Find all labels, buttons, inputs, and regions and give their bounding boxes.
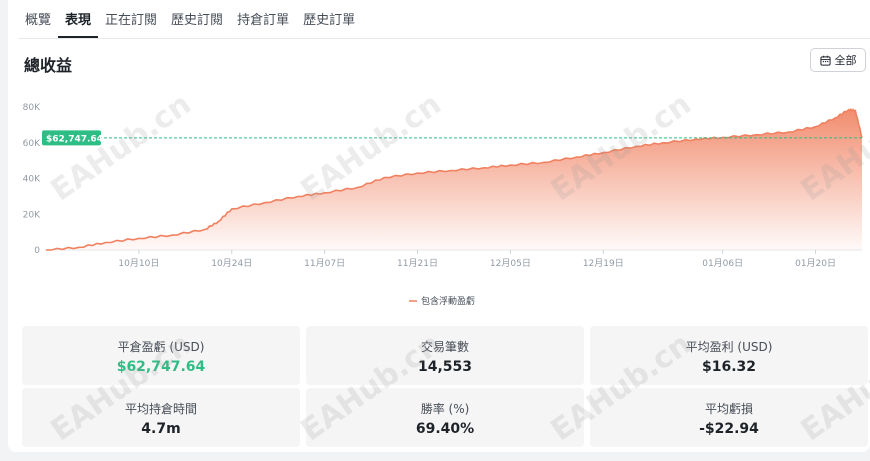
x-tick-label: 12月05日 [490, 258, 531, 269]
stat-avg-loss: 平均虧損 -$22.94 [590, 388, 868, 447]
stat-label: 平均持倉時間 [124, 402, 197, 416]
stat-label: 平均盈利 (USD) [685, 340, 773, 354]
stat-closed-pnl: 平倉盈虧 (USD) $62,747.64 [22, 326, 300, 385]
stat-value: 14,553 [417, 359, 473, 375]
y-tick-label: 80K [23, 103, 41, 113]
profit-chart: 0 20K 40K 60K 80K 10月10日 10月24日 11月07日 11月21日 12… [23, 103, 863, 307]
y-tick-label: 0 [34, 246, 40, 256]
y-tick-label: 20K [23, 210, 41, 220]
range-all-label: 全部 [834, 54, 857, 67]
section-title: 總收益 [24, 56, 73, 75]
stat-value: $16.32 [701, 359, 757, 375]
x-tick-label: 01月20日 [795, 258, 836, 269]
stat-avg-holding-time: 平均持倉時間 4.7m [22, 388, 300, 447]
profit-area [46, 109, 862, 250]
tab-active-subscriptions[interactable]: 正在訂閱 [98, 0, 164, 38]
stat-label: 平均虧損 [704, 402, 753, 416]
stat-label: 勝率 (%) [420, 402, 470, 416]
x-tick-label: 11月21日 [397, 258, 438, 269]
calendar-icon [819, 55, 831, 66]
x-tick-label: 11月07日 [304, 258, 345, 269]
current-value-label: $62,747.64 [46, 134, 103, 144]
stat-trade-count: 交易筆數 14,553 [306, 326, 584, 385]
y-tick-label: 40K [23, 175, 41, 185]
tab-subscription-history[interactable]: 歷史訂閱 [164, 0, 230, 38]
stat-avg-profit: 平均盈利 (USD) $16.32 [590, 326, 868, 385]
tab-open-positions[interactable]: 持倉訂單 [230, 0, 296, 38]
x-tick-label: 10月24日 [211, 258, 252, 269]
stat-label: 交易筆數 [420, 340, 469, 354]
stat-label: 平倉盈虧 (USD) [117, 340, 205, 354]
stat-value: -$22.94 [699, 421, 759, 437]
current-value-marker: $62,747.64 [42, 130, 103, 146]
tab-performance[interactable]: 表現 [58, 0, 99, 38]
y-tick-label: 60K [23, 139, 41, 149]
x-tick-label: 01月06日 [702, 258, 743, 269]
stat-value: 69.40% [415, 421, 475, 437]
stat-win-rate: 勝率 (%) 69.40% [306, 388, 584, 447]
tab-bar: 概覽 表現 正在訂閱 歷史訂閱 持倉訂單 歷史訂單 [18, 0, 870, 39]
stat-value: $62,747.64 [116, 359, 206, 375]
tab-overview[interactable]: 概覽 [18, 0, 58, 38]
stat-value: 4.7m [141, 421, 181, 437]
legend-label: 包含浮動盈虧 [421, 295, 475, 307]
x-tick-label: 10月10日 [118, 258, 159, 269]
range-all-button[interactable]: 全部 [810, 48, 866, 72]
chart-legend: 包含浮動盈虧 [409, 295, 475, 307]
tab-order-history[interactable]: 歷史訂單 [296, 0, 362, 38]
x-tick-label: 12月19日 [583, 258, 624, 269]
